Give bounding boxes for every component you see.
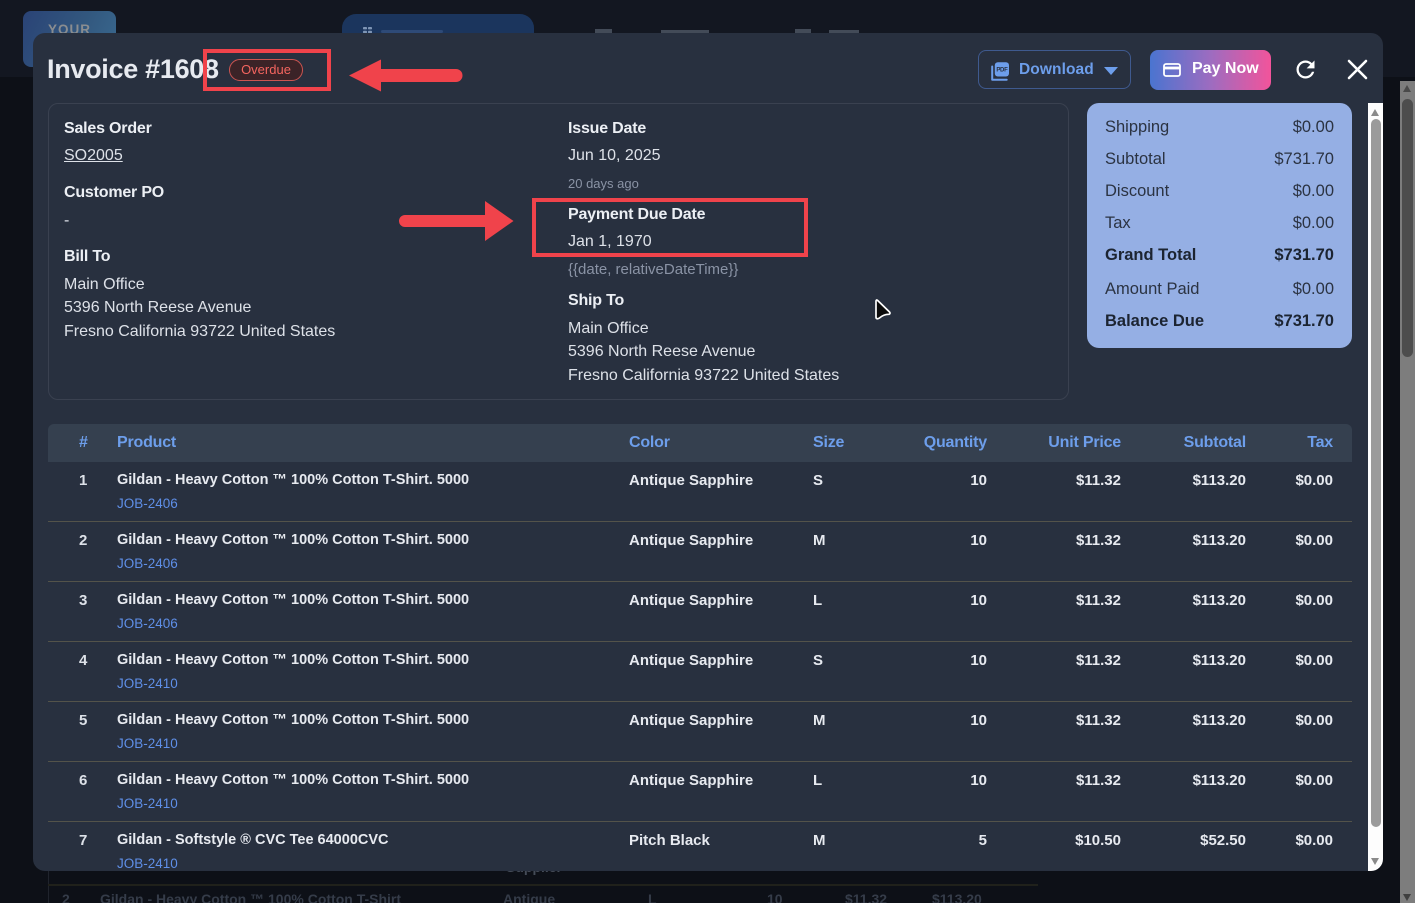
svg-text:PDF: PDF xyxy=(996,67,1008,73)
